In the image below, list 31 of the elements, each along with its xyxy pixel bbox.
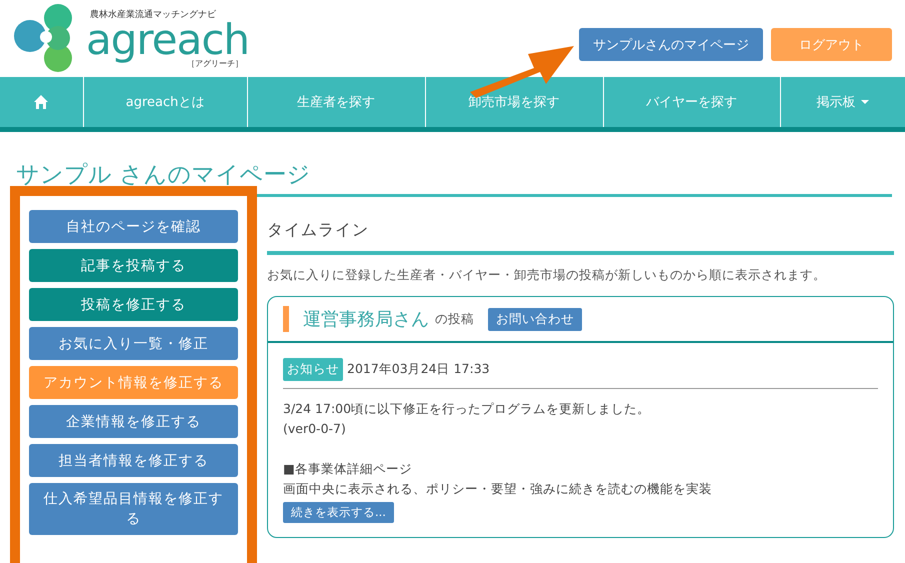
post-label: の投稿 — [435, 310, 474, 328]
nav-link[interactable]: 生産者を探す — [248, 77, 426, 127]
nav-link[interactable]: agreachとは — [84, 77, 248, 127]
post-text: 画面中央に表示される、ポリシー・要望・強みに続きを読むの機能を実装 — [283, 480, 713, 498]
post-text: 3/24 17:00頃に以下修正を行ったプログラムを更新しました。 — [283, 400, 652, 418]
post-text: (ver0-0-7) — [283, 420, 347, 438]
sidebar-button[interactable]: 投稿を修正する — [29, 288, 238, 321]
page-title: サンプル さんのマイページ — [16, 161, 312, 190]
logout-button[interactable]: ログアウト — [771, 28, 892, 61]
accent-bar — [283, 306, 289, 332]
section-heading: タイムライン — [267, 220, 370, 241]
read-more-button[interactable]: 続きを表示する... — [283, 502, 394, 523]
sidebar-button[interactable]: アカウント情報を修正する — [29, 366, 238, 399]
caret-icon — [861, 100, 870, 104]
nav-menu[interactable]: 掲示板 — [780, 77, 905, 127]
description-text: お気に入りに登録した生産者・バイヤー・卸売市場の投稿が新しいものから順に表示されます。 — [267, 267, 827, 284]
sidebar-button[interactable]: 仕入希望品目情報を修正する — [29, 483, 238, 535]
sidebar-button[interactable]: 担当者情報を修正する — [29, 444, 238, 477]
contact-button[interactable]: お問い合わせ — [488, 308, 582, 330]
sidebar-button[interactable]: 自社のページを確認 — [29, 210, 238, 243]
nav-link[interactable]: バイヤーを探す — [604, 77, 781, 127]
author-name: 運営事務局さん — [303, 308, 429, 331]
mypage-button[interactable]: サンプルさんのマイページ — [579, 28, 763, 61]
sidebar-button[interactable]: 記事を投稿する — [29, 249, 238, 282]
sidebar-button[interactable]: 企業情報を修正する — [29, 405, 238, 438]
post-date: 2017年03月24日 17:33 — [347, 361, 490, 378]
logo-tagline: 農林水産業流通マッチングナビ — [90, 10, 217, 20]
post-text: ■各事業体詳細ページ — [283, 460, 413, 478]
sidebar-button[interactable]: お気に入り一覧・修正 — [29, 327, 238, 360]
home-icon[interactable] — [33, 94, 50, 110]
category-tag: お知らせ — [283, 358, 343, 381]
